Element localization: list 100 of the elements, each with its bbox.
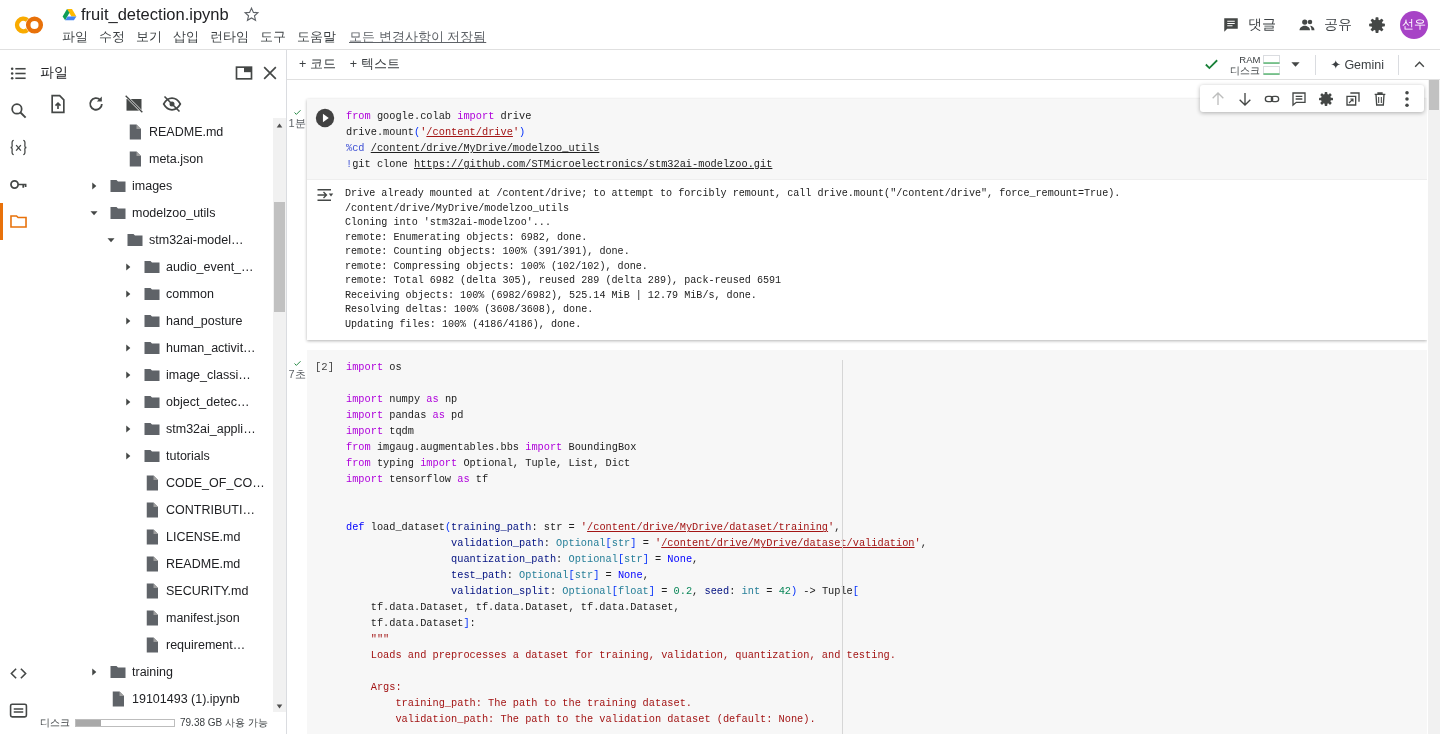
output-line: remote: Compressing objects: 100% (102/102), done. (345, 259, 648, 274)
disk-free-text: 79.38 GB 사용 가능 (180, 716, 268, 731)
file-item[interactable]: manifest.json (36, 604, 273, 631)
output-line: Drive already mounted at /content/drive; to attempt to forcibly remount, call drive.mount("/content/drive", force_remount=True). (345, 187, 1121, 201)
terminal-icon (8, 701, 28, 721)
code-line: tf.data.Dataset]: (369, 616, 476, 632)
play-icon (314, 108, 335, 128)
menu-item[interactable]: 보기 (136, 26, 168, 47)
code-line: drive.mount('/content/drive') (346, 125, 526, 140)
resource-label: RAM (1239, 53, 1261, 65)
output-line: remote: Total 6982 (delta 305), reused 289 (delta 289), pack-reused 6591 (345, 274, 782, 289)
folder-item[interactable]: common (36, 280, 273, 307)
eye-off-button[interactable] (161, 93, 182, 115)
output-line: remote: Enumerating objects: 6982, done. (345, 230, 588, 245)
menu-item[interactable]: 런타임 (210, 26, 255, 47)
code-line: tf.data.Dataset, tf.data.Dataset, tf.data.Dataset, (369, 600, 680, 616)
folder-item[interactable]: audio_event_… (36, 253, 273, 280)
resource-label: 디스크 (1230, 64, 1261, 76)
code-line: %cd /content/drive/MyDrive/modelzoo_utils (346, 141, 600, 156)
menu-item[interactable]: 파일 (62, 26, 94, 47)
file-item[interactable]: meta.json (36, 145, 273, 172)
code-link[interactable]: /content/drive/MyDrive/dataset/training (587, 521, 829, 534)
share-button[interactable]: 공유 (1292, 11, 1358, 38)
comment-icon (1222, 15, 1240, 34)
run-time: 7초 (288, 368, 306, 381)
comment-icon (1290, 90, 1307, 107)
code-line: !git clone https://github.com/STMicroelectronics/stm32ai-modelzoo.git (346, 157, 773, 172)
add-cell-button[interactable]: + 코드 (299, 54, 342, 75)
run-button[interactable] (314, 108, 335, 128)
code-line: from imgaug.augmentables.bbs import BoundingBox (346, 440, 637, 456)
scroll-thumb[interactable] (1429, 80, 1439, 110)
folder-icon (8, 212, 28, 231)
file-item[interactable]: 19101493 (1).ipynb (36, 685, 273, 712)
folder-item[interactable]: human_activit… (36, 334, 273, 361)
code-line: Args: (369, 680, 402, 696)
disk-label: 디스크 (40, 716, 70, 731)
folder-item[interactable]: hand_posture (36, 307, 273, 334)
usage-meter-icon (1263, 54, 1281, 64)
menu-item[interactable]: 도움말 (297, 26, 342, 47)
menu-item[interactable]: 삽입 (173, 26, 205, 47)
code-link[interactable]: https://github.com/STMicroelectronics/stm32ai-modelzoo.git (414, 158, 773, 170)
notebook-title[interactable]: fruit_detection.ipynb (81, 4, 229, 24)
panel-title: 파일 (40, 63, 69, 82)
output-line: Updating files: 100% (4186/4186), done. (345, 317, 582, 332)
folder-item[interactable]: image_classi… (36, 361, 273, 388)
folder-item[interactable]: stm32ai_appli… (36, 415, 273, 442)
scroll-thumb[interactable] (274, 202, 285, 312)
code-link[interactable]: /content/drive/MyDrive/dataset/validation (661, 537, 915, 550)
avatar[interactable]: 선우 (1400, 10, 1428, 39)
output-line: Cloning into 'stm32ai-modelzoo'... (345, 216, 551, 231)
file-item[interactable]: requirement… (36, 631, 273, 658)
scrollbar[interactable] (273, 118, 286, 713)
save-status-link[interactable]: 모든 변경사항이 저장됨 (349, 27, 487, 46)
code-link[interactable]: /content/drive/MyDrive/modelzoo_utils (370, 142, 600, 154)
output-toggle-icon[interactable] (315, 187, 334, 203)
file-item[interactable]: SECURITY.md (36, 577, 273, 604)
caret-icon (1290, 59, 1302, 70)
comment-button[interactable]: 댓글 (1216, 11, 1282, 38)
panel-icon[interactable] (234, 63, 254, 83)
add-cell-button[interactable]: + 텍스트 (349, 54, 406, 75)
code-line: from google.colab import drive (346, 109, 532, 124)
mirror-icon (1344, 90, 1361, 107)
folder-item[interactable]: stm32ai-model… (36, 226, 273, 253)
code-line: import os (346, 360, 402, 376)
run-time: 1분 (288, 117, 306, 129)
code-line: Loads and preprocesses a dataset for training, validation, quantization, and testing. (369, 648, 896, 664)
scroll-down-icon[interactable] (276, 703, 283, 711)
star-icon[interactable] (242, 5, 260, 23)
code-line: import tensorflow as tf (346, 472, 489, 488)
drive-off-icon (123, 94, 144, 114)
eye-off-icon (161, 94, 182, 114)
file-item[interactable]: CODE_OF_CO… (36, 469, 273, 496)
gemini-button[interactable]: ✦ Gemini (1326, 55, 1388, 74)
drive-off-button[interactable] (123, 93, 144, 115)
drive-icon (62, 6, 77, 22)
code-link[interactable]: /content/drive (426, 126, 513, 138)
code-line: quantization_path: Optional[str] = None, (450, 552, 699, 568)
output-line: /content/drive/MyDrive/modelzoo_utils (345, 201, 570, 216)
folder-item[interactable]: training (36, 658, 273, 685)
file-item[interactable]: README.md (36, 550, 273, 577)
folder-item[interactable]: images (36, 172, 273, 199)
folder-item[interactable]: modelzoo_utils (36, 199, 273, 226)
folder-item[interactable]: tutorials (36, 442, 273, 469)
file-item[interactable]: LICENSE.md (36, 523, 273, 550)
code-line: validation_path: Optional[str] = '/content/drive/MyDrive/dataset/validation', (450, 536, 927, 552)
settings-icon[interactable] (1368, 15, 1386, 34)
menu-item[interactable]: 수정 (99, 26, 131, 47)
usage-meter-icon (1263, 65, 1281, 75)
braces-icon (8, 138, 28, 157)
scroll-up-icon[interactable] (276, 122, 283, 129)
code-line: """ (369, 632, 390, 648)
scrollbar[interactable] (1428, 80, 1440, 734)
file-item[interactable]: CONTRIBUTI… (36, 496, 273, 523)
code-line: training_path: The path to the training dataset. (394, 696, 693, 712)
code-line: test_path: Optional[str] = None, (450, 568, 649, 584)
menu-item[interactable]: 도구 (260, 26, 292, 47)
code-line: validation_split: Optional[float] = 0.2, seed: int = 42) -> Tuple[ (450, 584, 859, 600)
folder-item[interactable]: object_detec… (36, 388, 273, 415)
file-item[interactable]: README.md (36, 118, 273, 145)
more-icon (1404, 90, 1409, 107)
